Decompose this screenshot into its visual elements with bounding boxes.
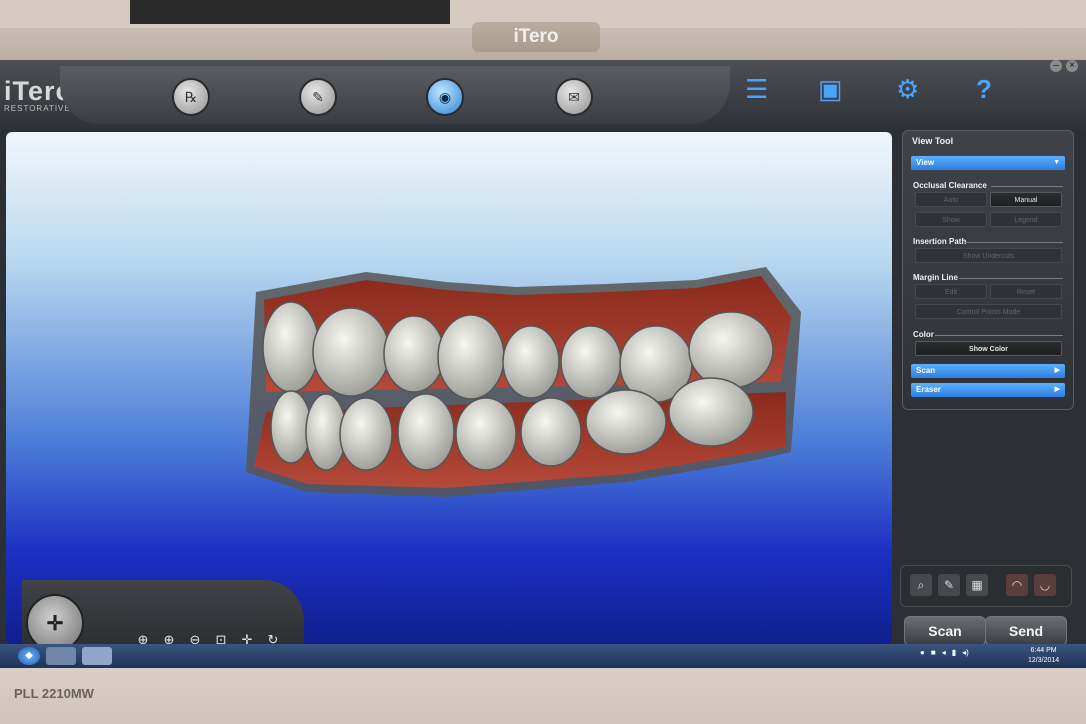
divider bbox=[935, 335, 1063, 336]
help-icon[interactable]: ? bbox=[976, 74, 992, 105]
view-dropdown[interactable]: View ▼ bbox=[911, 156, 1065, 170]
screen: iTero RESTORATIVE ℞ ✎ ◉ ✉ ☰ ▣ ⚙ ? – × ✛ … bbox=[0, 60, 1086, 668]
logo-subtext: RESTORATIVE bbox=[4, 104, 71, 113]
color-label: Color bbox=[913, 330, 934, 339]
zoom-fit-icon[interactable]: ⊕ bbox=[136, 632, 150, 644]
main-toolbar: iTero RESTORATIVE ℞ ✎ ◉ ✉ ☰ ▣ ⚙ ? – × bbox=[0, 60, 1086, 130]
zoom-out-icon[interactable]: ⊖ bbox=[188, 632, 202, 644]
send-action-button[interactable]: Send bbox=[985, 616, 1067, 646]
view-dropdown-label: View bbox=[916, 158, 935, 167]
eye-icon: ◉ bbox=[438, 88, 452, 105]
zoom-in-icon[interactable]: ⊕ bbox=[162, 632, 176, 644]
scan-button[interactable]: ✎ bbox=[299, 78, 337, 116]
occlusal-clearance-label: Occlusal Clearance bbox=[913, 181, 987, 190]
start-button[interactable]: ◆ bbox=[18, 647, 40, 665]
send-button-top[interactable]: ✉ bbox=[555, 78, 593, 116]
magnifier-icon[interactable]: ⌕ bbox=[910, 574, 932, 596]
chevron-right-icon: ▶ bbox=[1054, 386, 1060, 393]
edit-button[interactable]: Edit bbox=[915, 284, 987, 299]
dental-3d-model[interactable] bbox=[246, 262, 806, 522]
manual-button[interactable]: Manual bbox=[990, 192, 1062, 207]
document-list-icon[interactable]: ☰ bbox=[745, 74, 768, 105]
rx-button[interactable]: ℞ bbox=[172, 78, 210, 116]
zoom-window-icon[interactable]: ⊡ bbox=[214, 632, 228, 644]
close-icon[interactable]: × bbox=[1066, 60, 1078, 72]
pencil-icon[interactable]: ✎ bbox=[938, 574, 960, 596]
zoom-tools: ⊕ ⊕ ⊖ ⊡ ✛ ↻ bbox=[136, 632, 280, 644]
navigation-joystick-icon[interactable]: ✛ bbox=[26, 594, 84, 644]
save-icon[interactable]: ▣ bbox=[818, 74, 843, 105]
view-tool-panel: View Tool View ▼ Occlusal Clearance Auto… bbox=[902, 130, 1074, 410]
rotate-icon[interactable]: ↻ bbox=[266, 632, 280, 644]
taskbar-app-explorer[interactable] bbox=[46, 647, 76, 665]
gear-icon[interactable]: ⚙ bbox=[896, 74, 919, 105]
panel-title: View Tool bbox=[912, 136, 954, 146]
chevron-down-icon: ▼ bbox=[1053, 159, 1060, 166]
system-tray: ● ■ ◂ ▮ ◂) bbox=[920, 648, 969, 657]
clock-date: 12/3/2014 bbox=[1028, 657, 1060, 664]
show-undercuts-button[interactable]: Show Undercuts bbox=[915, 248, 1062, 263]
scan-action-button[interactable]: Scan bbox=[904, 616, 986, 646]
show-button[interactable]: Show bbox=[915, 212, 987, 227]
divider bbox=[991, 186, 1063, 187]
3d-viewport[interactable]: ✛ ⊕ ⊕ ⊖ ⊡ ✛ ↻ bbox=[6, 132, 892, 644]
clock-time: 6:44 PM bbox=[1030, 647, 1057, 654]
legend-button[interactable]: Legend bbox=[990, 212, 1062, 227]
volume-icon[interactable]: ◂) bbox=[962, 648, 969, 657]
rx-icon: ℞ bbox=[184, 88, 198, 105]
background-monitor bbox=[130, 0, 450, 24]
taskbar-clock[interactable]: 6:44 PM 12/3/2014 bbox=[1028, 646, 1059, 666]
scan-section-label: Scan bbox=[916, 366, 936, 375]
eraser-section[interactable]: Eraser ▶ bbox=[911, 383, 1065, 397]
minimize-icon[interactable]: – bbox=[1050, 60, 1062, 72]
pan-icon[interactable]: ✛ bbox=[240, 632, 254, 644]
grid-icon[interactable]: ▦ bbox=[966, 574, 988, 596]
upper-jaw-icon[interactable]: ◠ bbox=[1006, 574, 1028, 596]
tray-icon[interactable]: ● bbox=[920, 648, 925, 657]
tray-icon[interactable]: ■ bbox=[931, 648, 936, 657]
send-mail-icon: ✉ bbox=[568, 88, 580, 105]
auto-button[interactable]: Auto bbox=[915, 192, 987, 207]
network-icon[interactable]: ▮ bbox=[952, 648, 956, 657]
reset-button[interactable]: Reset bbox=[990, 284, 1062, 299]
monitor-brand: iTero bbox=[472, 22, 600, 52]
divider bbox=[965, 242, 1063, 243]
taskbar-app-itero[interactable] bbox=[82, 647, 112, 665]
eraser-section-label: Eraser bbox=[916, 385, 941, 394]
control-points-button[interactable]: Control Points Mode bbox=[915, 304, 1062, 319]
margin-line-label: Margin Line bbox=[913, 273, 958, 282]
chevron-right-icon: ▶ bbox=[1054, 367, 1060, 374]
tools-panel: ⌕ ✎ ▦ ◠ ◡ bbox=[900, 565, 1072, 607]
divider bbox=[959, 278, 1063, 279]
show-color-button[interactable]: Show Color bbox=[915, 341, 1062, 356]
workflow-bar bbox=[60, 66, 730, 124]
monitor-model: PLL 2210MW bbox=[14, 686, 94, 701]
view-button[interactable]: ◉ bbox=[426, 78, 464, 116]
insertion-path-label: Insertion Path bbox=[913, 237, 967, 246]
scan-wand-icon: ✎ bbox=[312, 88, 324, 105]
monitor-bezel-bottom bbox=[0, 668, 1086, 724]
tray-icon[interactable]: ◂ bbox=[942, 648, 946, 657]
windows-taskbar: ◆ ● ■ ◂ ▮ ◂) 6:44 PM 12/3/2014 bbox=[0, 644, 1086, 668]
lower-jaw-icon[interactable]: ◡ bbox=[1034, 574, 1056, 596]
scan-section[interactable]: Scan ▶ bbox=[911, 364, 1065, 378]
window-controls: – × bbox=[1050, 60, 1078, 72]
